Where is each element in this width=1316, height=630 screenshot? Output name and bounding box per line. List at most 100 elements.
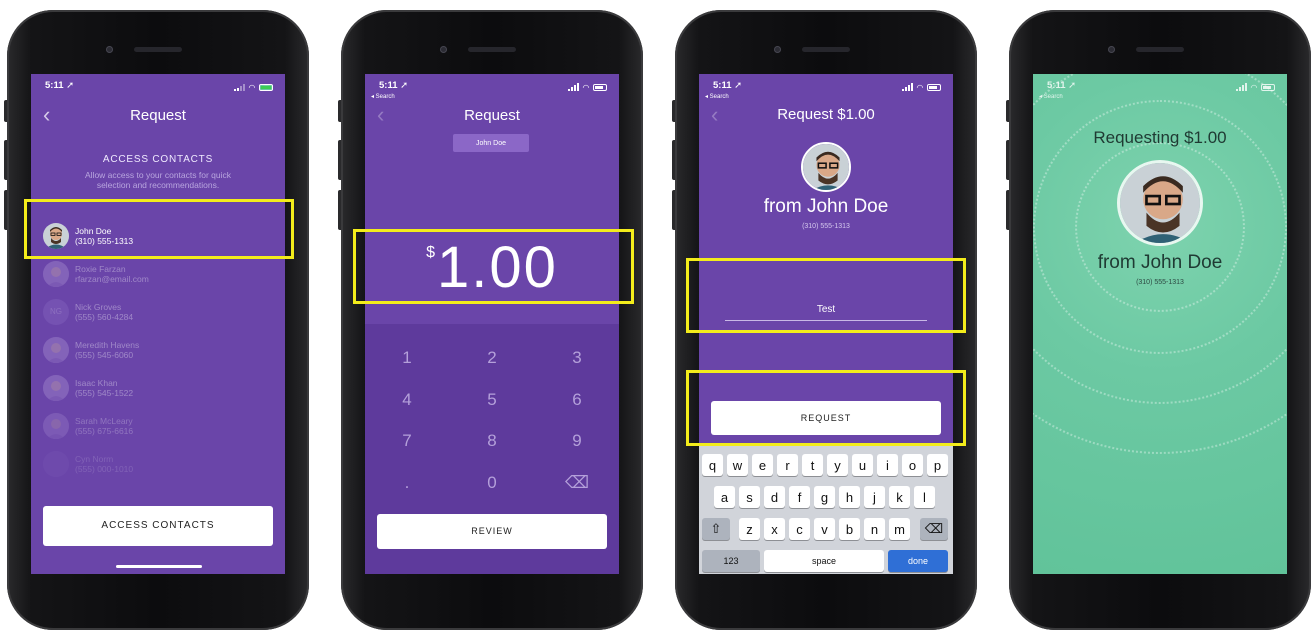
avatar [43, 413, 69, 439]
mute-switch [338, 100, 341, 122]
key-b[interactable]: b [839, 518, 860, 540]
screen-requesting: 5:11 ➚ ◠ ◂ Search Requesting $1.00 from … [1033, 74, 1287, 574]
screen-access-contacts: 5:11 ➚ ◠ ‹ Request ACCESS CONTACTS Allow… [31, 74, 285, 574]
speaker-grille [134, 47, 182, 52]
key-w[interactable]: w [727, 454, 748, 476]
key-q[interactable]: q [702, 454, 723, 476]
key-c[interactable]: c [789, 518, 810, 540]
key-5[interactable]: 5 [462, 390, 522, 410]
delete-icon[interactable]: ⌫ [920, 518, 948, 540]
recipient-chip[interactable]: John Doe [453, 134, 529, 152]
avatar [43, 451, 69, 477]
contact-detail: (555) 545-6060 [75, 350, 134, 360]
highlight-box [686, 258, 966, 333]
speaker-grille [802, 47, 850, 52]
key-n[interactable]: n [864, 518, 885, 540]
contact-row[interactable]: Roxie Farzan rfarzan@email.com [43, 258, 149, 290]
shift-icon[interactable]: ⇧ [702, 518, 730, 540]
back-chevron-icon[interactable]: ‹ [711, 102, 718, 128]
contact-row[interactable]: Sarah McLeary (555) 675-6616 [43, 410, 133, 442]
signal-icon [901, 83, 913, 91]
key-0[interactable]: 0 [462, 473, 522, 493]
speaker-grille [468, 47, 516, 52]
key-e[interactable]: e [752, 454, 773, 476]
space-key[interactable]: space [764, 550, 884, 572]
key-o[interactable]: o [902, 454, 923, 476]
numeric-keypad: 1 2 3 4 5 6 7 8 9 . 0 ⌫ REVIEW [365, 324, 619, 574]
key-t[interactable]: t [802, 454, 823, 476]
signal-icon [567, 83, 579, 91]
volume-down-button [338, 190, 341, 230]
review-button[interactable]: REVIEW [377, 514, 607, 549]
contact-detail: rfarzan@email.com [75, 274, 149, 284]
speaker-grille [1136, 47, 1184, 52]
key-1[interactable]: 1 [377, 348, 437, 368]
contact-row[interactable]: Isaac Khan (555) 545-1522 [43, 372, 133, 404]
key-z[interactable]: z [739, 518, 760, 540]
mute-switch [1006, 100, 1009, 122]
key-6[interactable]: 6 [547, 390, 607, 410]
access-contacts-heading: ACCESS CONTACTS [102, 154, 214, 165]
contact-detail: (555) 560-4284 [75, 312, 134, 322]
key-9[interactable]: 9 [547, 431, 607, 451]
key-a[interactable]: a [714, 486, 735, 508]
key-3[interactable]: 3 [547, 348, 607, 368]
key-decimal[interactable]: . [377, 473, 437, 493]
key-r[interactable]: r [777, 454, 798, 476]
home-indicator [116, 565, 202, 568]
key-u[interactable]: u [852, 454, 873, 476]
status-time: 5:11 ➚ [1047, 80, 1077, 91]
highlight-box [24, 199, 294, 259]
from-name: from John Doe [763, 196, 889, 217]
highlight-box [686, 370, 966, 446]
done-key[interactable]: done [888, 550, 948, 572]
contact-row[interactable]: NG Nick Groves (555) 560-4284 [43, 296, 133, 328]
key-l[interactable]: l [914, 486, 935, 508]
signal-icon [233, 83, 245, 91]
volume-down-button [1006, 190, 1009, 230]
screen-amount-entry: 5:11 ➚ ◠ ◂ Search ‹ Request John Doe $1.… [365, 74, 619, 574]
from-name: from John Doe [1097, 252, 1223, 273]
avatar [801, 142, 851, 192]
front-camera [774, 46, 781, 53]
key-j[interactable]: j [864, 486, 885, 508]
back-chevron-icon[interactable]: ‹ [43, 102, 50, 128]
key-i[interactable]: i [877, 454, 898, 476]
mute-switch [4, 100, 7, 122]
status-bar: 5:11 ➚ ◠ [1047, 80, 1275, 94]
volume-down-button [4, 190, 7, 230]
key-2[interactable]: 2 [462, 348, 522, 368]
contact-row[interactable]: Cyn Norm (555) 000-1010 [43, 448, 133, 480]
status-bar: 5:11 ➚ ◠ [45, 80, 273, 94]
back-chevron-icon[interactable]: ‹ [377, 102, 384, 128]
back-to-search-link[interactable]: ◂ Search [1039, 93, 1063, 100]
key-h[interactable]: h [839, 486, 860, 508]
contact-row[interactable]: Meredith Havens (555) 545-6060 [43, 334, 139, 366]
access-contacts-subtext: Allow access to your contacts for quick … [85, 170, 231, 190]
front-camera [1108, 46, 1115, 53]
page-title: Request [464, 106, 520, 124]
contact-detail: (555) 000-1010 [75, 464, 134, 474]
keyboard: q w e r t y u i o p a s d f g h j k l ⇧ … [699, 446, 953, 574]
avatar [43, 337, 69, 363]
key-d[interactable]: d [764, 486, 785, 508]
key-k[interactable]: k [889, 486, 910, 508]
key-x[interactable]: x [764, 518, 785, 540]
key-g[interactable]: g [814, 486, 835, 508]
key-p[interactable]: p [927, 454, 948, 476]
key-4[interactable]: 4 [377, 390, 437, 410]
front-camera [106, 46, 113, 53]
key-f[interactable]: f [789, 486, 810, 508]
volume-up-button [338, 140, 341, 180]
key-s[interactable]: s [739, 486, 760, 508]
key-v[interactable]: v [814, 518, 835, 540]
status-time: 5:11 ➚ [45, 80, 75, 91]
backspace-icon[interactable]: ⌫ [547, 473, 607, 493]
numbers-key[interactable]: 123 [702, 550, 760, 572]
key-8[interactable]: 8 [462, 431, 522, 451]
key-y[interactable]: y [827, 454, 848, 476]
key-7[interactable]: 7 [377, 431, 437, 451]
access-contacts-button[interactable]: ACCESS CONTACTS [43, 506, 273, 546]
avatar [43, 261, 69, 287]
key-m[interactable]: m [889, 518, 910, 540]
